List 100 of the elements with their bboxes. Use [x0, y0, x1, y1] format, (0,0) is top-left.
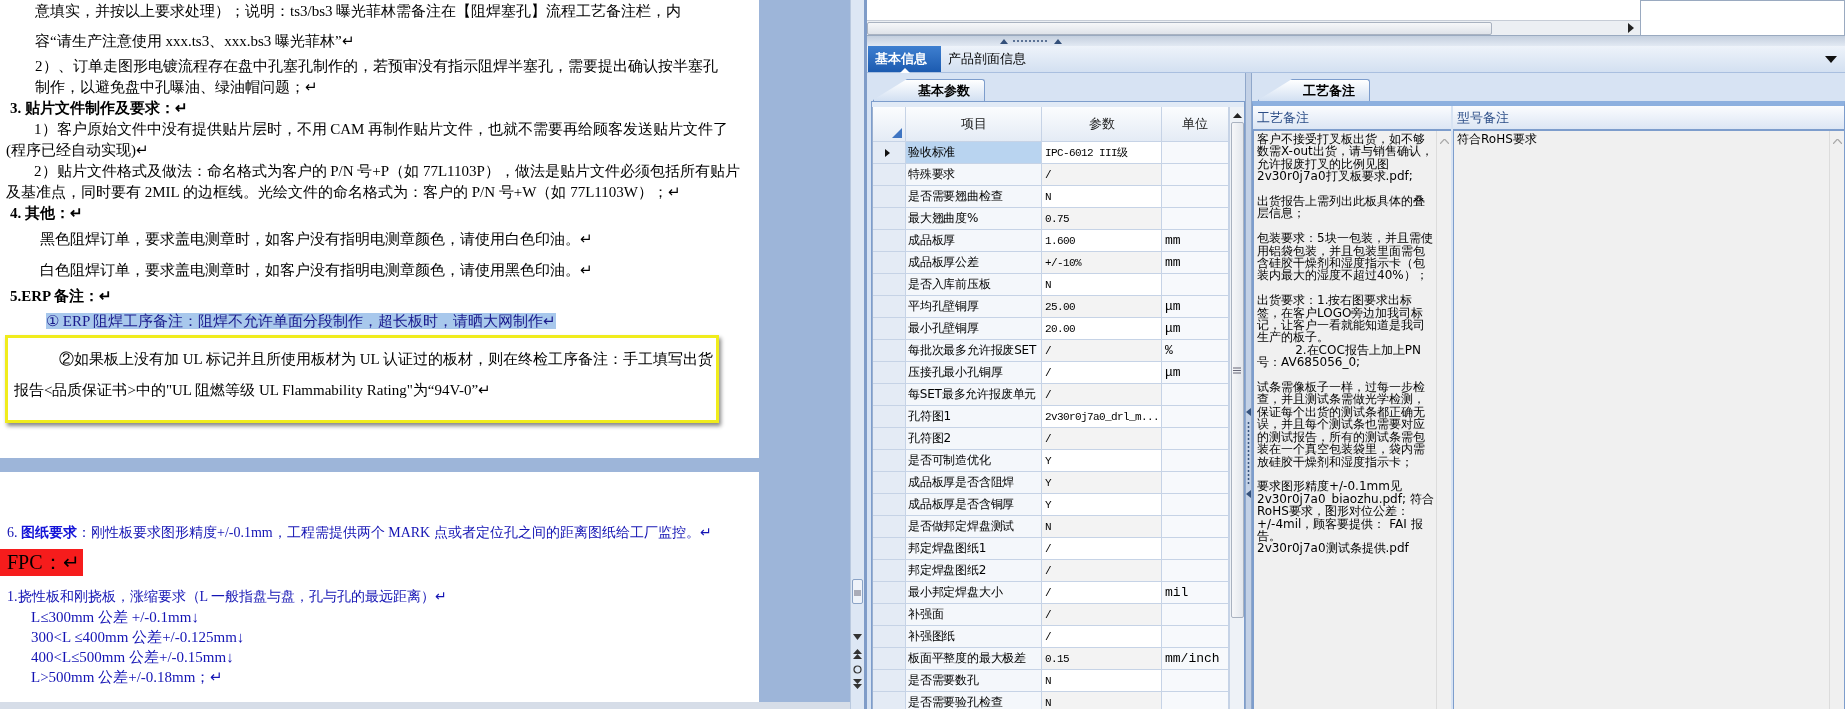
table-cell: μm	[1162, 296, 1229, 318]
column-header: 参数	[1042, 107, 1162, 142]
tab[interactable]: 工艺备注	[1258, 79, 1370, 101]
column-header: 工艺备注	[1253, 106, 1451, 131]
table-cell[interactable]: /	[1042, 428, 1162, 450]
table-cell: 每批次最多允许报废SET	[906, 340, 1042, 362]
table-cell: 成品板厚是否含铜厚	[906, 494, 1042, 516]
table-cell: 孔符图2	[906, 428, 1042, 450]
table-cell[interactable]: /	[1042, 384, 1162, 406]
list-line: L≤300mm 公差 +/-0.1mm↓	[30, 608, 200, 627]
text-area[interactable]	[1253, 131, 1451, 709]
table-cell: 成品板厚	[906, 230, 1042, 252]
scroll-thumb[interactable]	[852, 579, 863, 604]
note-paragraph: 符合RoHS要求	[1457, 133, 1538, 146]
scroll-thumb[interactable]	[1230, 122, 1244, 618]
table-cell[interactable]: /	[1042, 164, 1162, 186]
table-cell: 补强面	[906, 604, 1042, 626]
table-cell: 特殊要求	[906, 164, 1042, 186]
table-cell[interactable]: N	[1042, 692, 1162, 709]
note-paragraph: 出货要求：1.按右图要求出标签，在客户LOGO旁边加我司标记，让客户一看就能知道是我司生产的板子。 2.在COC报告上加上PN号：AV685056_0;	[1257, 294, 1426, 369]
table-cell[interactable]: N	[1042, 516, 1162, 538]
table-cell[interactable]: Y	[1042, 472, 1162, 494]
next-page-icon[interactable]	[853, 679, 862, 689]
note-paragraph: 出货报告上需列出此板具体的叠层信息；	[1257, 195, 1426, 220]
table-cell: 压接孔最小孔铜厚	[906, 362, 1042, 384]
table-cell: mm	[1162, 252, 1229, 274]
table-cell[interactable]: /	[1042, 340, 1162, 362]
grip-icon	[1233, 366, 1241, 374]
table-cell: 孔符图1	[906, 406, 1042, 428]
table-cell: 邦定焊盘图纸1	[906, 538, 1042, 560]
splitter-grip-icon[interactable]	[1246, 408, 1251, 498]
table-cell: 邦定焊盘图纸2	[906, 560, 1042, 582]
column-header: 项目	[906, 107, 1042, 142]
table-cell: 补强图纸	[906, 626, 1042, 648]
table-cell	[1162, 516, 1229, 538]
splitter-grip-icon[interactable]	[1000, 38, 1062, 44]
note-paragraph: 客户不接受打叉板出货，如不够数需X-out出货，请与销售确认，允许报废打叉的比例见图2v30r0j7a0打叉板要求.pdf;	[1257, 133, 1434, 183]
table-cell[interactable]: /	[1042, 604, 1162, 626]
paragraph: 白色阻焊订单，要求盖电测章时，如客户没有指明电测章颜色，请使用黑色印油。↵	[39, 261, 594, 280]
table-cell: 是否需要数孔	[906, 670, 1042, 692]
paragraph: 1.挠性板和刚挠板，涨缩要求（L 一般指盘与盘，孔与孔的最远距离）↵	[6, 588, 449, 606]
scroll-down-icon[interactable]	[853, 634, 862, 640]
list-line: 300<L ≤400mm 公差+/-0.125mm↓	[30, 628, 246, 647]
list-line: 400<L≤500mm 公差+/-0.15mm↓	[30, 648, 235, 667]
highlighted-paragraph: ① ERP 阻焊工序备注：阻焊不允许单面分段制作，超长板时，请晒大网制作↵	[46, 313, 557, 329]
tab[interactable]: 基本信息	[868, 46, 941, 72]
table-cell: 成品板厚是否含阻焊	[906, 472, 1042, 494]
section-heading: 5.ERP 备注：↵	[9, 287, 114, 306]
horizontal-scrollbar[interactable]	[867, 20, 1640, 35]
previous-page-icon[interactable]	[853, 649, 862, 659]
table-cell: mil	[1162, 582, 1229, 604]
dropdown-icon[interactable]	[1825, 55, 1837, 63]
select-all-button[interactable]	[873, 107, 906, 142]
text-area[interactable]: 符合RoHS要求	[1453, 131, 1844, 709]
paragraph: 2）贴片文件格式及做法：命名格式为客户的 P/N 号+P（如 77L1103P），做法是贴片文件必须包括所有贴片及基准点，同时要有 2MIL 的边框线。光绘文件的命名格式为：客户的 P/N 号+W（如 77L1103W）；↵	[5, 162, 741, 202]
paragraph: 2）、订单走图形电镀流程存在盘中孔塞孔制作的，若预审没有指示阻焊半塞孔，需要提出确认按半塞孔制作，以避免盘中孔曝油、绿油帽问题；↵	[34, 57, 719, 97]
table-cell: 是否需要验孔检查	[906, 692, 1042, 709]
table-cell: 板面平整度的最大极差	[906, 648, 1042, 670]
table-cell: μm	[1162, 362, 1229, 384]
table-cell	[1162, 604, 1229, 626]
paragraph: 黑色阻焊订单，要求盖电测章时，如客户没有指明电测章颜色，请使用白色印油。↵	[39, 230, 594, 249]
table-cell: 平均孔壁铜厚	[906, 296, 1042, 318]
note-paragraph: 试条需像板子一样，过每一步检查，并且测试条需做光学检测，保证每个出货的测试条都正确无误，并且每个测试条也需要对应的测试报告，所有的测试条需包装在一个真空包装袋里，袋内需放硅胶干燥剂和湿度指示卡；	[1257, 381, 1426, 468]
table-cell: 最小邦定焊盘大小	[906, 582, 1042, 604]
paragraph: 1）客户原始文件中没有提供贴片层时，不用 CAM 再制作贴片文件，也就不需要再给顾客发送贴片文件了(程序已经自动实现)↵	[5, 120, 730, 160]
paragraph: ②如果板上没有加 UL 标记并且所使用板材为 UL 认证过的板材，则在终检工序备注：手工填写出货报告<品质保证书>中的"UL 阻燃等级 UL Flammability Rating"为“94V-0”↵	[14, 350, 714, 400]
table-cell[interactable]: 0.15	[1042, 648, 1162, 670]
table-cell: 最大翘曲度%	[906, 208, 1042, 230]
browse-object-icon[interactable]	[853, 665, 862, 674]
table-cell: 是否做邦定焊盘测试	[906, 516, 1042, 538]
scroll-right-icon[interactable]	[1628, 23, 1634, 33]
table-cell: 成品板厚公差	[906, 252, 1042, 274]
tab[interactable]: 产品剖面信息	[941, 46, 1040, 72]
column-header: 型号备注	[1453, 106, 1844, 131]
table-cell: 是否可制造优化	[906, 450, 1042, 472]
table-cell[interactable]: /	[1042, 560, 1162, 582]
table-cell: μm	[1162, 318, 1229, 340]
note-paragraph: 包装要求：5块一包装，并且需使用铝袋包装，并且包装里面需包含硅胶干燥剂和湿度指示卡（包装内最大的湿度不超过40%）；	[1257, 232, 1434, 282]
table-cell[interactable]: 0.75	[1042, 208, 1162, 230]
grip-icon	[854, 590, 861, 597]
row-header[interactable]	[873, 142, 906, 164]
table-cell: 最小孔壁铜厚	[906, 318, 1042, 340]
table-cell[interactable]: 25.00	[1042, 296, 1162, 318]
table-cell: 是否需要翘曲检查	[906, 186, 1042, 208]
list-line: L>500mm 公差+/-0.18mm；↵	[30, 668, 225, 687]
section-label: FPC：↵	[0, 549, 83, 576]
vertical-scrollbar[interactable]	[1229, 107, 1244, 709]
tab[interactable]: 基本参数	[873, 79, 985, 101]
table-cell: mm	[1162, 230, 1229, 252]
column-header: 单位	[1162, 107, 1229, 142]
table-cell: mm/inch	[1162, 648, 1229, 670]
scroll-up-icon[interactable]	[1232, 113, 1242, 118]
table-cell: 每SET最多允许报废单元	[906, 384, 1042, 406]
scroll-thumb[interactable]	[867, 21, 1492, 35]
table-cell	[1162, 164, 1229, 186]
table-cell: 验收标准	[906, 142, 1042, 164]
paragraph: 6. 图纸要求：刚性板要求图形精度+/-0.1mm，工程需提供两个 MARK 点或者定位孔之间的距离图纸给工厂监控。↵	[6, 524, 713, 542]
current-row-icon	[885, 148, 890, 157]
triangle-icon	[892, 128, 902, 138]
table-cell[interactable]: +/-10%	[1042, 252, 1162, 274]
